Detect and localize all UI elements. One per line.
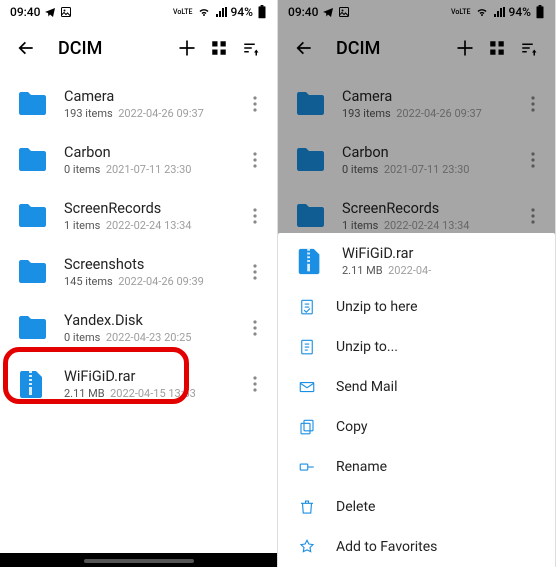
mail-icon (296, 378, 318, 396)
file-date: 2022-04-15 13:53 (110, 387, 196, 400)
plus-icon (177, 38, 197, 58)
folder-icon (14, 198, 50, 234)
view-button[interactable] (203, 32, 235, 64)
page-title: DCIM (58, 38, 171, 59)
sheet-item[interactable]: Rename (278, 447, 555, 487)
nav-bar (0, 553, 277, 567)
battery-icon (257, 5, 267, 19)
sheet-item-label: Unzip to... (336, 339, 398, 355)
sheet-item-label: Delete (336, 499, 375, 515)
file-row[interactable]: ScreenRecords 1 items 2022-02-24 13:34 (0, 188, 277, 244)
telegram-icon (44, 6, 56, 18)
file-count: 2.11 MB (64, 387, 105, 400)
more-button[interactable] (243, 96, 267, 112)
right-pane: 09:40 VoLTE 94% DCIM Camera 193 items 20… (278, 0, 556, 567)
more-vert-icon (253, 208, 257, 224)
rename-icon (296, 458, 318, 476)
sort-icon (242, 39, 260, 57)
file-row[interactable]: Yandex.Disk 0 items 2022-04-23 20:25 (0, 300, 277, 356)
more-button[interactable] (243, 264, 267, 280)
sheet-header: WiFiGiD.rar 2.11 MB 2022-04- (278, 233, 555, 287)
wifi-icon (197, 6, 211, 18)
folder-icon (14, 142, 50, 178)
file-row[interactable]: WiFiGiD.rar 2.11 MB 2022-04-15 13:53 (0, 356, 277, 412)
back-button[interactable] (10, 32, 42, 64)
grid-icon (210, 39, 228, 57)
sheet-item[interactable]: Unzip to... (278, 327, 555, 367)
sheet-item[interactable]: Unzip to here (278, 287, 555, 327)
file-name: Carbon (64, 144, 243, 161)
sheet-item-label: Add to Favorites (336, 539, 437, 555)
file-row[interactable]: Screenshots 145 items 2022-04-26 09:39 (0, 244, 277, 300)
context-sheet: WiFiGiD.rar 2.11 MB 2022-04- Unzip to he… (278, 233, 555, 567)
star-icon (296, 538, 318, 556)
more-vert-icon (253, 320, 257, 336)
add-button[interactable] (171, 32, 203, 64)
status-time: 09:40 (10, 5, 40, 19)
sheet-item-label: Send Mail (336, 379, 397, 395)
more-vert-icon (253, 96, 257, 112)
file-name: ScreenRecords (64, 200, 243, 217)
app-bar: DCIM (0, 24, 277, 72)
more-button[interactable] (243, 376, 267, 392)
left-pane: 09:40 VoLTE 94% DCIM Camera 19 (0, 0, 278, 567)
volte-icon: VoLTE (173, 9, 192, 16)
more-vert-icon (253, 264, 257, 280)
delete-icon (296, 498, 318, 516)
file-date: 2022-02-24 13:34 (106, 219, 192, 232)
sheet-item-label: Copy (336, 419, 368, 435)
file-name: Yandex.Disk (64, 312, 243, 329)
more-button[interactable] (243, 152, 267, 168)
sheet-item[interactable]: Send Mail (278, 367, 555, 407)
sort-button[interactable] (235, 32, 267, 64)
status-bar: 09:40 VoLTE 94% (0, 0, 277, 24)
sheet-item-label: Unzip to here (336, 299, 418, 315)
file-row[interactable]: Carbon 0 items 2021-07-11 23:30 (0, 132, 277, 188)
sheet-file-name: WiFiGiD.rar (342, 245, 541, 262)
rar-icon (14, 366, 50, 402)
file-row[interactable]: Camera 193 items 2022-04-26 09:37 (0, 76, 277, 132)
folder-icon (14, 86, 50, 122)
file-date: 2022-04-26 09:37 (118, 107, 204, 120)
file-list: Camera 193 items 2022-04-26 09:37 Carbon… (0, 72, 277, 416)
more-vert-icon (253, 376, 257, 392)
file-count: 0 items (64, 163, 100, 176)
unzip-here-icon (296, 298, 318, 316)
file-name: Camera (64, 88, 243, 105)
sheet-item[interactable]: Add to Favorites (278, 527, 555, 567)
copy-icon (296, 418, 318, 436)
folder-icon (14, 254, 50, 290)
file-count: 145 items (64, 275, 113, 288)
sheet-item-label: Rename (336, 459, 387, 475)
file-date: 2022-04-23 20:25 (106, 331, 192, 344)
file-name: Screenshots (64, 256, 243, 273)
file-count: 0 items (64, 331, 100, 344)
sheet-item[interactable]: Delete (278, 487, 555, 527)
file-count: 193 items (64, 107, 113, 120)
folder-icon (14, 310, 50, 346)
file-count: 1 items (64, 219, 100, 232)
image-icon (60, 6, 72, 18)
file-date: 2022-04-26 09:39 (118, 275, 204, 288)
file-name: WiFiGiD.rar (64, 368, 243, 385)
more-button[interactable] (243, 208, 267, 224)
more-vert-icon (253, 152, 257, 168)
signal-icon (215, 6, 227, 18)
sheet-file-size: 2.11 MB (342, 264, 383, 277)
file-date: 2021-07-11 23:30 (106, 163, 192, 176)
arrow-back-icon (16, 38, 36, 58)
more-button[interactable] (243, 320, 267, 336)
unzip-to-icon (296, 338, 318, 356)
sheet-file-date: 2022-04- (388, 264, 431, 277)
sheet-item[interactable]: Copy (278, 407, 555, 447)
battery-percent: 94% (231, 5, 253, 19)
rar-icon (292, 243, 328, 279)
